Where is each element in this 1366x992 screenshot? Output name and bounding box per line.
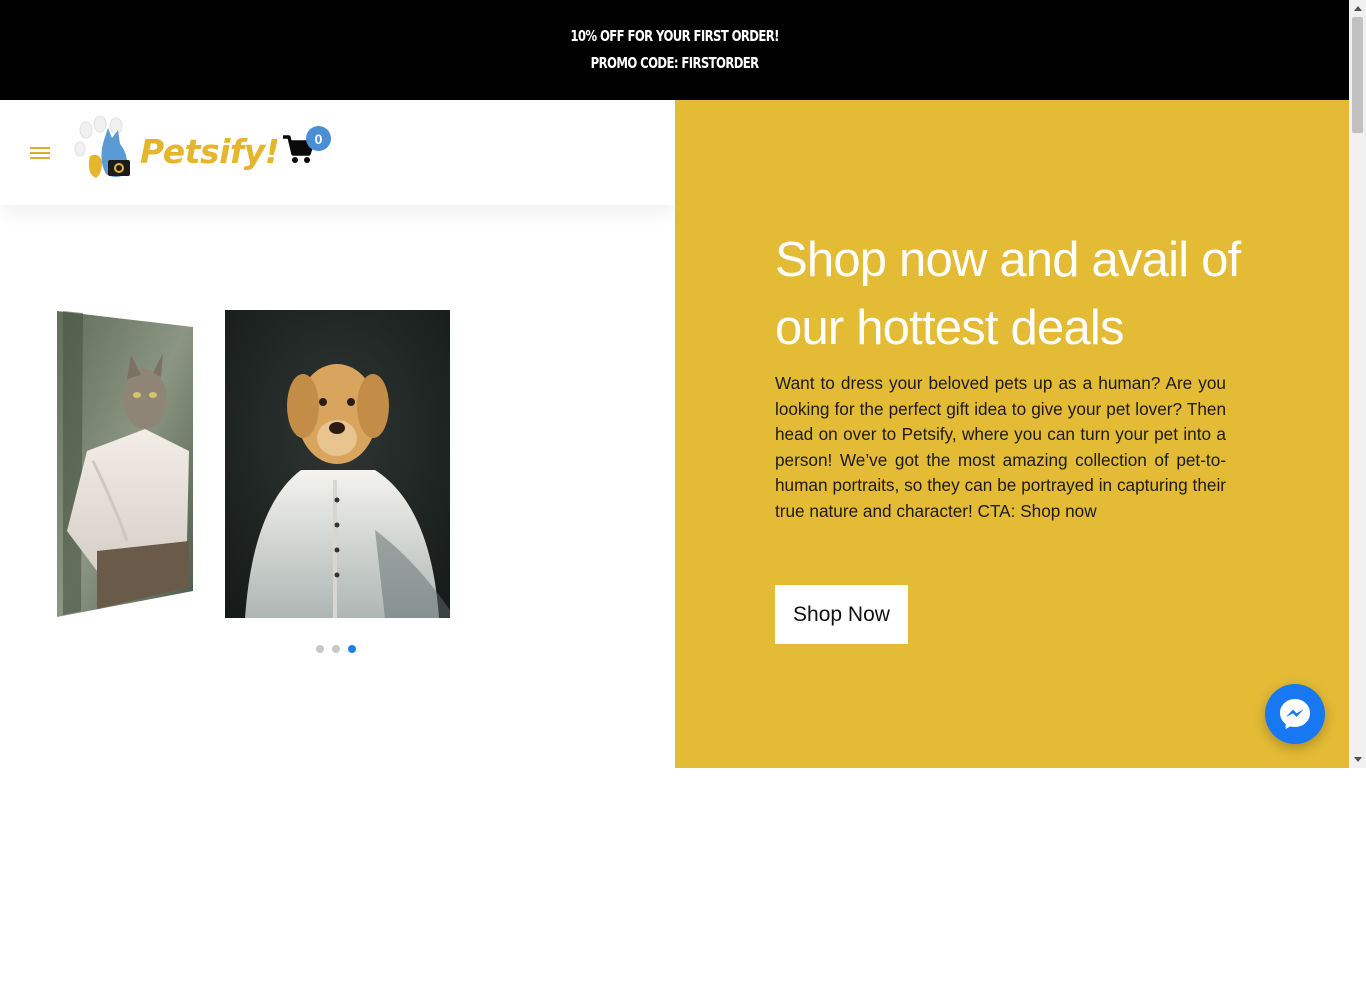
cat-portrait-image (57, 311, 193, 617)
hero-description: Want to dress your beloved pets up as a … (775, 373, 1226, 521)
carousel-slide-dog[interactable] (225, 310, 450, 618)
product-carousel (0, 205, 675, 768)
logo-wordmark: Petsify! (140, 132, 280, 171)
paw-logo-icon (74, 115, 130, 178)
cart-count-badge[interactable]: 0 (306, 126, 331, 151)
carousel-dot-3[interactable] (348, 645, 356, 653)
messenger-icon (1280, 699, 1310, 729)
shop-now-button[interactable]: Shop Now (775, 585, 908, 644)
scroll-down-arrow-icon[interactable] (1349, 751, 1366, 768)
site-header: Petsify! 0 (0, 100, 675, 205)
dog-portrait-image (225, 310, 450, 618)
hero-heading: Shop now and avail of our hottest deals (775, 233, 1241, 355)
hero-panel: Shop now and avail of our hottest deals … (675, 100, 1349, 768)
carousel-dots (316, 645, 356, 653)
logo[interactable]: Petsify! (72, 115, 280, 186)
promo-bar: 10% OFF FOR YOUR FIRST ORDER! PROMO CODE… (0, 0, 1349, 100)
blank-area (0, 768, 1366, 992)
hamburger-menu-icon[interactable] (30, 144, 52, 162)
page-viewport: 10% OFF FOR YOUR FIRST ORDER! PROMO CODE… (0, 0, 1349, 768)
messenger-chat-button[interactable] (1265, 684, 1325, 744)
carousel-dot-1[interactable] (316, 645, 324, 653)
carousel-dot-2[interactable] (332, 645, 340, 653)
promo-line-1: 10% OFF FOR YOUR FIRST ORDER! (570, 27, 779, 45)
promo-line-2: PROMO CODE: FIRSTORDER (590, 54, 760, 72)
carousel-slide-cat[interactable] (57, 311, 193, 617)
vertical-scrollbar[interactable] (1349, 0, 1366, 768)
scroll-up-arrow-icon[interactable] (1349, 0, 1366, 17)
scrollbar-thumb[interactable] (1352, 17, 1363, 133)
